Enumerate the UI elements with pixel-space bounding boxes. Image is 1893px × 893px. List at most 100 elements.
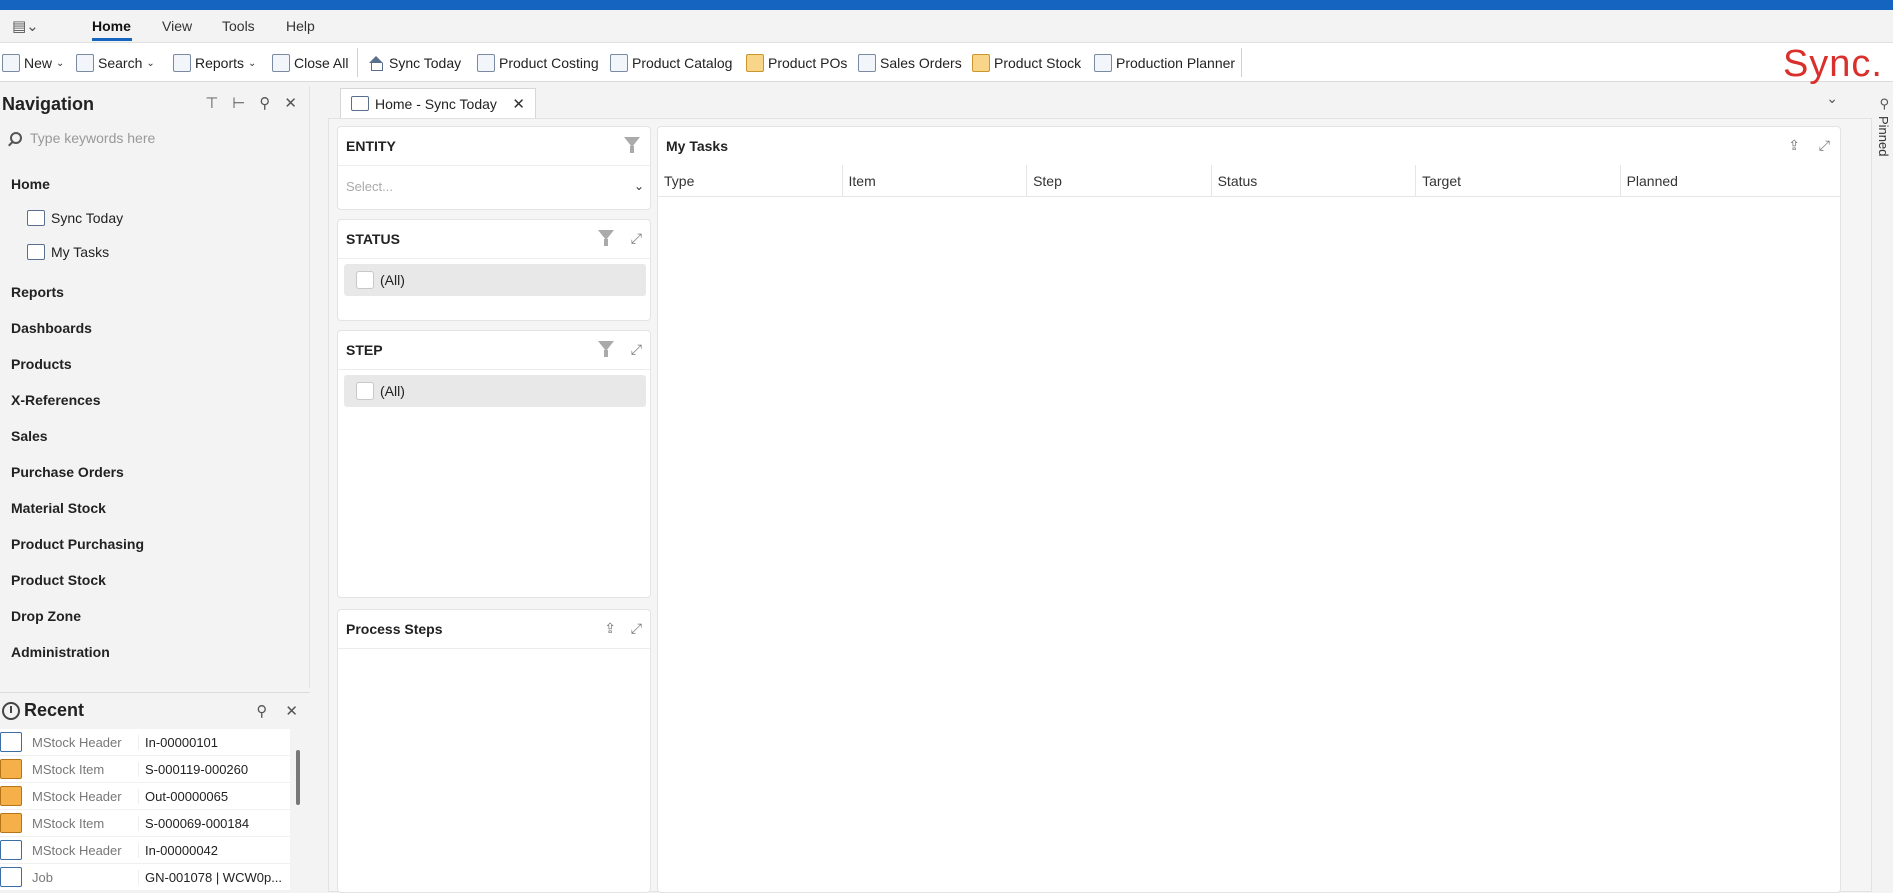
- dashboard-icon: [351, 96, 369, 111]
- navigation-search-placeholder: Type keywords here: [30, 130, 156, 146]
- pin-icon[interactable]: ⚲: [1879, 96, 1889, 112]
- maximize-icon[interactable]: ⤢: [631, 230, 642, 247]
- column-header-target[interactable]: Target: [1416, 165, 1621, 197]
- recent-value: S-000119-000260: [138, 761, 248, 777]
- sales-orders-label: Sales Orders: [880, 55, 962, 71]
- product-catalog-button[interactable]: Product Catalog: [610, 53, 732, 73]
- recent-row[interactable]: MStock Item S-000119-000260: [0, 756, 290, 783]
- divider: [338, 369, 650, 370]
- recent-type: Job: [32, 869, 53, 885]
- status-option-all[interactable]: (All): [344, 264, 646, 296]
- stock-in-icon: [0, 840, 22, 860]
- recent-row[interactable]: MStock Header Out-00000065: [0, 783, 290, 810]
- maximize-icon[interactable]: ⤢: [1819, 137, 1830, 154]
- menu-tools[interactable]: Tools: [222, 18, 255, 34]
- sales-orders-button[interactable]: Sales Orders: [858, 53, 962, 73]
- product-costing-button[interactable]: Product Costing: [477, 53, 599, 73]
- pinned-side-tab[interactable]: Pinned: [1873, 116, 1891, 196]
- nav-group-home[interactable]: Home: [11, 176, 50, 192]
- column-header-status[interactable]: Status: [1212, 165, 1417, 197]
- recent-row[interactable]: MStock Item S-000069-000184: [0, 810, 290, 837]
- maximize-icon[interactable]: ⤢: [631, 341, 642, 358]
- window-top-strip: [0, 0, 1893, 10]
- tree-icon[interactable]: ⊢: [232, 94, 245, 112]
- export-icon[interactable]: ⇪: [604, 620, 616, 637]
- new-button[interactable]: New ⌄: [2, 53, 64, 73]
- clear-filter-icon[interactable]: [624, 137, 642, 155]
- menu-help[interactable]: Help: [286, 18, 315, 34]
- close-icon[interactable]: ✕: [284, 94, 297, 112]
- nav-group-material-stock[interactable]: Material Stock: [11, 500, 106, 516]
- nav-group-administration[interactable]: Administration: [11, 644, 110, 660]
- clipboard-icon: [27, 244, 45, 260]
- product-costing-label: Product Costing: [499, 55, 599, 71]
- clear-filter-icon[interactable]: [598, 230, 616, 248]
- close-icon[interactable]: ✕: [285, 702, 298, 720]
- collapse-all-icon[interactable]: ⊤: [205, 94, 218, 112]
- divider: [338, 258, 650, 259]
- my-tasks-card: My Tasks ⇪ ⤢ Type Item Step Status Targe…: [657, 126, 1841, 893]
- search-button[interactable]: Search ⌄: [76, 53, 155, 73]
- close-all-icon: [272, 54, 290, 72]
- toolbar-divider: [1241, 48, 1242, 77]
- planner-icon: [1094, 54, 1112, 72]
- recent-row[interactable]: MStock Header In-00000042: [0, 837, 290, 864]
- recent-row[interactable]: MStock Header In-00000101: [0, 729, 290, 756]
- production-planner-button[interactable]: Production Planner: [1094, 53, 1235, 73]
- reports-button[interactable]: Reports ⌄: [173, 53, 256, 73]
- product-pos-label: Product POs: [768, 55, 848, 71]
- column-header-item[interactable]: Item: [843, 165, 1028, 197]
- export-icon[interactable]: ⇪: [1788, 137, 1800, 154]
- checkbox[interactable]: [356, 382, 374, 400]
- maximize-icon[interactable]: ⤢: [631, 620, 642, 637]
- process-steps-title: Process Steps: [346, 621, 443, 637]
- step-option-all[interactable]: (All): [344, 375, 646, 407]
- chevron-down-icon: ⌄: [56, 57, 65, 69]
- nav-item-sync-today[interactable]: Sync Today: [27, 210, 123, 226]
- chevron-down-icon[interactable]: ⌄: [1826, 90, 1838, 107]
- step-option-label: (All): [380, 383, 405, 399]
- search-label: Search: [98, 55, 143, 71]
- nav-group-drop-zone[interactable]: Drop Zone: [11, 608, 81, 624]
- column-header-type[interactable]: Type: [658, 165, 843, 197]
- column-header-planned[interactable]: Planned: [1621, 165, 1840, 197]
- recent-type: MStock Header: [32, 788, 122, 804]
- nav-group-sales[interactable]: Sales: [11, 428, 48, 444]
- new-label: New: [24, 55, 53, 71]
- nav-group-product-purchasing[interactable]: Product Purchasing: [11, 536, 144, 552]
- menu-view[interactable]: View: [162, 18, 192, 34]
- sync-today-label: Sync Today: [389, 55, 462, 71]
- nav-group-dashboards[interactable]: Dashboards: [11, 320, 92, 336]
- shopping-bag-icon: [746, 54, 764, 72]
- recent-type: MStock Header: [32, 842, 122, 858]
- recent-value: GN-001078 | WCW0p...: [138, 869, 282, 885]
- nav-group-product-stock[interactable]: Product Stock: [11, 572, 106, 588]
- sync-today-button[interactable]: Sync Today: [367, 53, 461, 73]
- tab-home-sync-today[interactable]: Home - Sync Today ✕: [340, 88, 536, 118]
- nav-group-products[interactable]: Products: [11, 356, 72, 372]
- nav-item-my-tasks[interactable]: My Tasks: [27, 244, 109, 260]
- nav-group-x-references[interactable]: X-References: [11, 392, 101, 408]
- entity-select[interactable]: Select... ⌄: [346, 173, 644, 199]
- product-pos-button[interactable]: Product POs: [746, 53, 847, 73]
- menu-home[interactable]: Home: [92, 18, 131, 34]
- divider: [338, 648, 650, 649]
- app-menu-icon[interactable]: ▤⌄: [12, 17, 42, 37]
- pin-icon[interactable]: ⚲: [259, 94, 270, 112]
- navigation-search[interactable]: Type keywords here: [10, 130, 155, 146]
- entity-placeholder: Select...: [346, 178, 393, 194]
- close-all-button[interactable]: Close All: [272, 53, 348, 73]
- close-tab-icon[interactable]: ✕: [512, 95, 525, 113]
- product-stock-button[interactable]: Product Stock: [972, 53, 1081, 73]
- my-tasks-title: My Tasks: [666, 138, 728, 154]
- clock-icon: [2, 701, 20, 720]
- clear-filter-icon[interactable]: [598, 341, 616, 359]
- nav-group-reports[interactable]: Reports: [11, 284, 64, 300]
- navigation-title: Navigation: [2, 94, 95, 114]
- recent-scrollbar[interactable]: [296, 750, 300, 805]
- recent-row[interactable]: Job GN-001078 | WCW0p...: [0, 864, 290, 891]
- pin-icon[interactable]: ⚲: [256, 702, 267, 720]
- column-header-step[interactable]: Step: [1027, 165, 1212, 197]
- checkbox[interactable]: [356, 271, 374, 289]
- nav-group-purchase-orders[interactable]: Purchase Orders: [11, 464, 124, 480]
